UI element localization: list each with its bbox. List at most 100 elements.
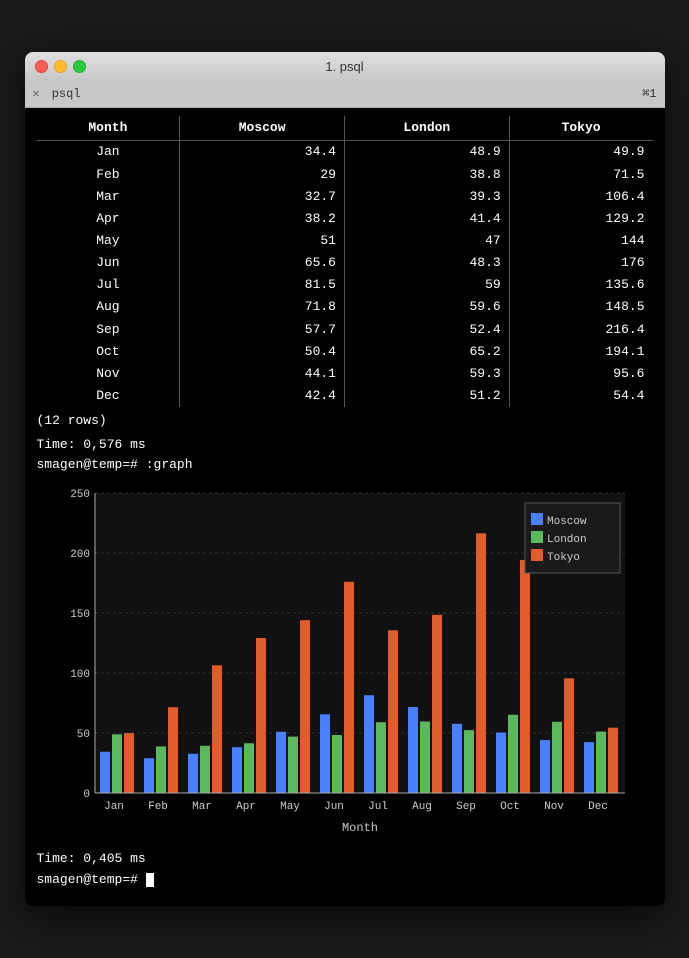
minimize-button[interactable] [54,60,67,73]
col-moscow: Moscow [180,116,345,141]
table-row: Apr38.241.4129.2 [37,208,653,230]
tab-label[interactable]: psql [44,85,89,103]
svg-text:Jul: Jul [368,801,388,813]
cell-value: 65.6 [180,252,345,274]
svg-text:Sep: Sep [456,801,476,813]
cell-value: 144 [509,230,652,252]
cell-value: 54.4 [509,385,652,407]
tab-bar: ✕ psql ⌘1 [25,80,665,108]
cell-value: 44.1 [180,363,345,385]
cell-value: 135.6 [509,274,652,296]
terminal-window: 1. psql ✕ psql ⌘1 Month Moscow London To… [25,52,665,906]
table-row: Jan34.448.949.9 [37,141,653,164]
cell-value: 52.4 [344,319,509,341]
svg-text:May: May [280,801,300,813]
svg-text:150: 150 [70,609,90,621]
close-button[interactable] [35,60,48,73]
table-row: Mar32.739.3106.4 [37,186,653,208]
cell-month: Nov [37,363,180,385]
cell-value: 29 [180,164,345,186]
svg-text:Moscow: Moscow [547,516,587,528]
cell-value: 71.5 [509,164,652,186]
col-london: London [344,116,509,141]
svg-text:Month: Month [341,821,377,835]
cell-value: 59 [344,274,509,296]
timing-text-2: Time: 0,405 ms [37,849,653,869]
cell-value: 57.7 [180,319,345,341]
cell-month: Aug [37,296,180,318]
table-row: Aug71.859.6148.5 [37,296,653,318]
cell-value: 49.9 [509,141,652,164]
cell-month: Dec [37,385,180,407]
svg-text:0: 0 [83,789,90,801]
col-month: Month [37,116,180,141]
cell-value: 59.3 [344,363,509,385]
svg-text:Jan: Jan [104,801,124,813]
svg-text:Nov: Nov [544,801,564,813]
tab-shortcut: ⌘1 [642,86,656,101]
timing-2: Time: 0,405 ms smagen@temp=# [37,849,653,889]
cell-value: 176 [509,252,652,274]
cell-value: 32.7 [180,186,345,208]
data-table: Month Moscow London Tokyo Jan34.448.949.… [37,116,653,407]
cell-value: 42.4 [180,385,345,407]
svg-text:50: 50 [76,729,89,741]
cell-value: 194.1 [509,341,652,363]
maximize-button[interactable] [73,60,86,73]
cell-value: 71.8 [180,296,345,318]
svg-text:Aug: Aug [412,801,432,813]
table-header-row: Month Moscow London Tokyo [37,116,653,141]
svg-text:Apr: Apr [236,801,256,813]
svg-text:Tokyo: Tokyo [547,552,580,564]
title-bar: 1. psql [25,52,665,80]
table-row: Sep57.752.4216.4 [37,319,653,341]
cell-value: 216.4 [509,319,652,341]
svg-text:London: London [547,534,587,546]
cell-value: 65.2 [344,341,509,363]
svg-text:100: 100 [70,669,90,681]
bar-chart: 0 50 100 150 200 250 [45,483,645,843]
svg-text:250: 250 [70,489,90,501]
cell-value: 48.9 [344,141,509,164]
cell-value: 47 [344,230,509,252]
cell-value: 39.3 [344,186,509,208]
prompt-text-2: smagen@temp=# [37,872,146,887]
table-row: May5147144 [37,230,653,252]
terminal-content: Month Moscow London Tokyo Jan34.448.949.… [25,108,665,906]
chart-area: 0 50 100 150 200 250 [37,479,653,843]
table-row: Jul81.559135.6 [37,274,653,296]
cell-value: 41.4 [344,208,509,230]
cell-month: Jun [37,252,180,274]
col-tokyo: Tokyo [509,116,652,141]
cell-month: Oct [37,341,180,363]
svg-text:Dec: Dec [588,801,608,813]
cell-month: Feb [37,164,180,186]
cell-month: Apr [37,208,180,230]
cell-month: Sep [37,319,180,341]
table-row: Nov44.159.395.6 [37,363,653,385]
svg-text:200: 200 [70,549,90,561]
window-title: 1. psql [325,59,363,74]
timing-1: Time: 0,576 ms [37,435,653,455]
prompt-2: smagen@temp=# [37,870,653,890]
cell-value: 81.5 [180,274,345,296]
prompt-1: smagen@temp=# :graph [37,455,653,475]
cell-value: 106.4 [509,186,652,208]
cell-value: 38.8 [344,164,509,186]
table-row: Jun65.648.3176 [37,252,653,274]
cell-month: Jan [37,141,180,164]
svg-text:Oct: Oct [500,801,520,813]
cell-month: Jul [37,274,180,296]
cell-value: 51.2 [344,385,509,407]
svg-text:Feb: Feb [148,801,168,813]
cell-value: 34.4 [180,141,345,164]
svg-text:Mar: Mar [192,801,212,813]
cell-value: 129.2 [509,208,652,230]
tab-close-icon[interactable]: ✕ [33,86,40,101]
cell-month: May [37,230,180,252]
cell-value: 95.6 [509,363,652,385]
cell-value: 50.4 [180,341,345,363]
cell-value: 51 [180,230,345,252]
cell-value: 48.3 [344,252,509,274]
cell-value: 148.5 [509,296,652,318]
